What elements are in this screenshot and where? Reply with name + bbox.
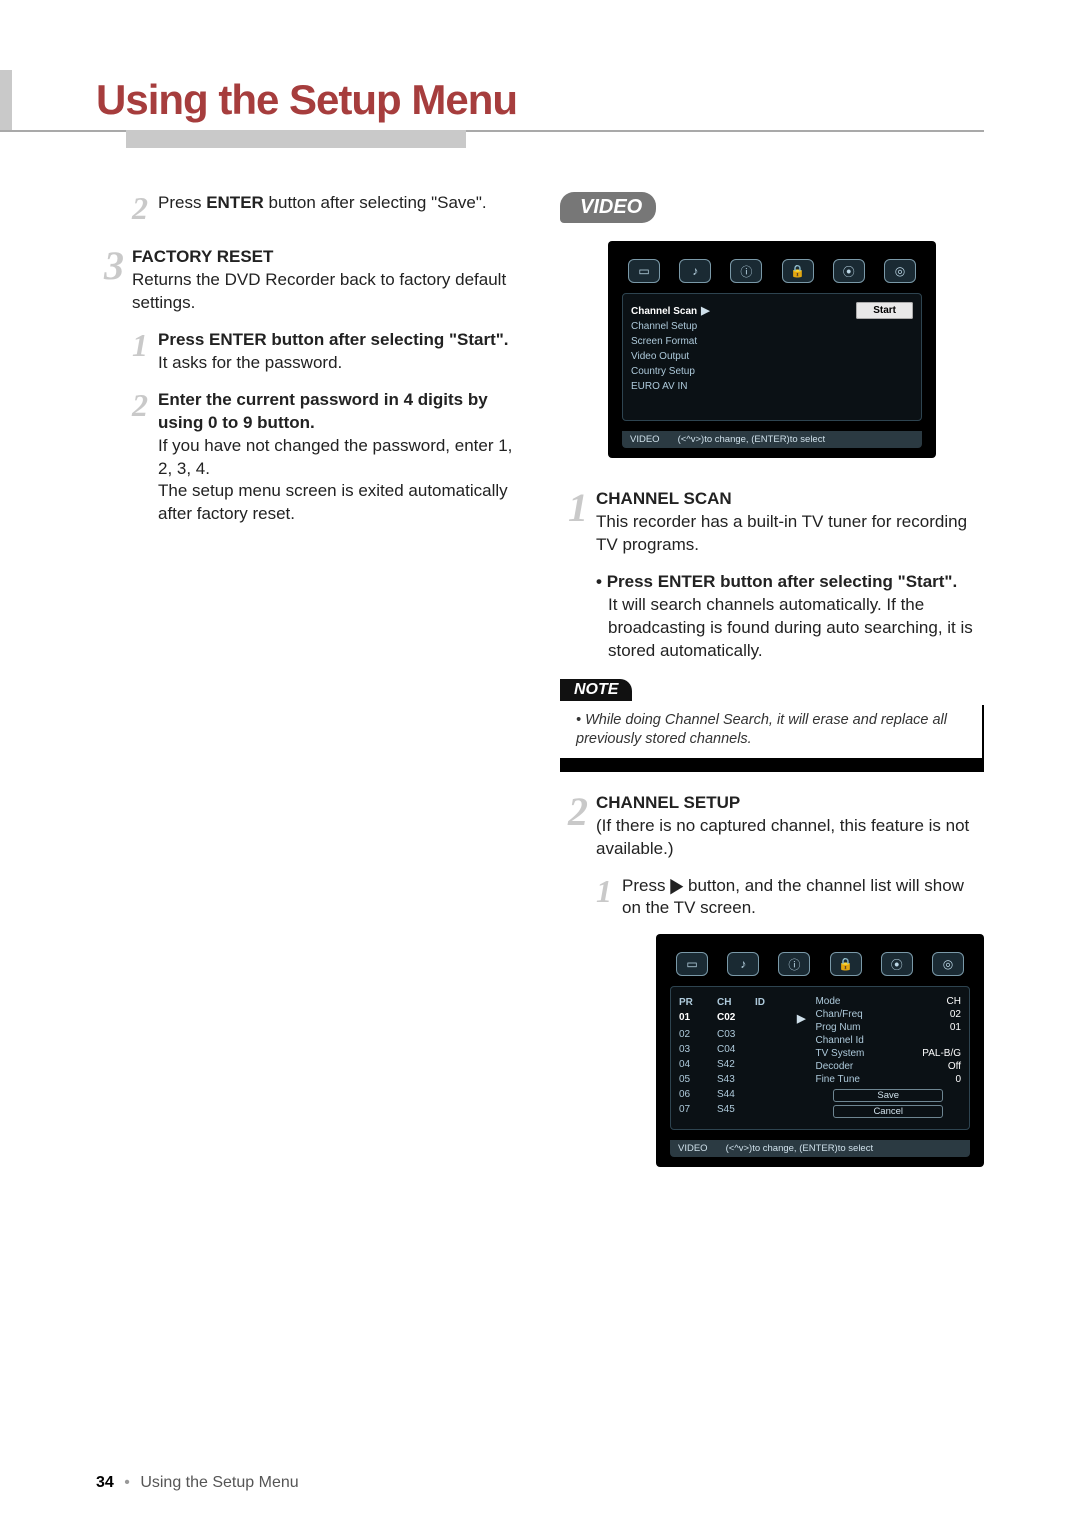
menu-item: Screen Format [631,334,846,349]
save-button: Save [833,1089,943,1102]
section-number-1: 1 [568,485,588,530]
menu-item: EURO AV IN [631,379,846,394]
lang-icon: ⓘ [730,259,762,283]
video-icon: ▭ [628,259,660,283]
channel-setup-substep-number: 1 [596,873,612,909]
property-row: Channel Id [815,1034,961,1047]
table-row: 05S43 [679,1072,805,1087]
channel-scan-bullet: • Press ENTER button after selecting "St… [596,571,984,663]
screenshot-channel-scan: ▭ ♪ ⓘ 🔒 ⦿ ◎ Channel Scan▶Channel SetupSc… [608,241,936,458]
start-button: Start [856,302,913,319]
page-title: Using the Setup Menu [96,70,984,130]
table-row: 03C04 [679,1042,805,1057]
cancel-button: Cancel [833,1105,943,1118]
channel-scan-title: CHANNEL SCAN [596,489,732,508]
right-column: VIDEO ▭ ♪ ⓘ 🔒 ⦿ ◎ Channel Scan▶Channel S… [560,192,984,1197]
table-row: 02C03 [679,1027,805,1042]
title-bar: Using the Setup Menu [0,70,984,132]
property-row: TV SystemPAL-B/G [815,1047,961,1060]
channel-setup-substep: Press ▶ button, and the channel list wil… [622,875,984,921]
step-2-text: Press ENTER button after selecting "Save… [158,192,520,215]
substep-1-title: Press ENTER button after selecting "Star… [158,330,509,349]
manual-page: Using the Setup Menu 2 Press ENTER butto… [0,0,1080,1526]
page-footer: 34 • Using the Setup Menu [96,1474,299,1492]
substep-number-2: 2 [132,387,148,423]
table-row: 04S42 [679,1057,805,1072]
lock-icon: 🔒 [830,952,862,976]
footer-label: VIDEO [630,434,660,445]
menu-item: Channel Scan▶ [631,302,846,319]
channel-scan-block: CHANNEL SCAN This recorder has a built-i… [596,488,984,557]
screenshot-channel-setup: ▭ ♪ ⓘ 🔒 ⦿ ◎ PRCHID01C02▶02C0303C0404S420… [656,934,984,1167]
icon-row: ▭ ♪ ⓘ 🔒 ⦿ ◎ [622,259,922,293]
disc-icon: ◎ [932,952,964,976]
factory-reset-body: Returns the DVD Recorder back to factory… [132,270,506,312]
property-row: Chan/Freq02 [815,1008,961,1021]
icon-row: ▭ ♪ ⓘ 🔒 ⦿ ◎ [670,952,970,986]
property-row: ModeCH [815,995,961,1008]
channel-scan-body: This recorder has a built-in TV tuner fo… [596,512,967,554]
substep-2-body-a: If you have not changed the password, en… [158,436,512,478]
page-number: 34 [96,1474,114,1491]
menu-item: Video Output [631,349,846,364]
substep-2-title: Enter the current password in 4 digits b… [158,390,488,432]
section-number-2: 2 [568,789,588,834]
substep-2-body-b: The setup menu screen is exited automati… [158,481,508,523]
substep-1-body: It asks for the password. [158,353,342,372]
table-row: 07S45 [679,1102,805,1117]
footer-label: VIDEO [678,1143,708,1154]
channel-setup-title: CHANNEL SETUP [596,793,740,812]
title-ornament [0,70,12,130]
channel-setup-body: (If there is no captured channel, this f… [596,816,969,858]
rec-icon: ⦿ [833,259,865,283]
menu-item: Channel Setup [631,319,846,334]
footer-hint: (<^v>)to change, (ENTER)to select [726,1143,874,1154]
footer-title: Using the Setup Menu [140,1474,298,1491]
left-column: 2 Press ENTER button after selecting "Sa… [96,192,520,1197]
bullet-icon: • [124,1474,130,1491]
channel-setup-block: CHANNEL SETUP (If there is no captured c… [596,792,984,861]
play-icon: ▶ [670,872,683,900]
step-3-block: FACTORY RESET Returns the DVD Recorder b… [132,246,520,315]
disc-icon: ◎ [884,259,916,283]
title-underline-block [126,130,466,148]
video-icon: ▭ [676,952,708,976]
property-row: Fine Tune0 [815,1073,961,1086]
substep-1-block: Press ENTER button after selecting "Star… [158,329,520,375]
step-number-2: 2 [132,190,148,226]
factory-reset-title: FACTORY RESET [132,247,273,266]
table-row: 06S44 [679,1087,805,1102]
audio-icon: ♪ [679,259,711,283]
note-box: • While doing Channel Search, it will er… [560,705,984,772]
substep-number-1: 1 [132,327,148,363]
channel-table: PRCHID01C02▶02C0303C0404S4205S4306S4407S… [679,995,805,1121]
table-row: 01C02▶ [679,1010,805,1027]
menu-list: Channel Scan▶Channel SetupScreen FormatV… [631,302,846,394]
audio-icon: ♪ [727,952,759,976]
property-row: DecoderOff [815,1060,961,1073]
rec-icon: ⦿ [881,952,913,976]
step-number-3: 3 [104,243,124,288]
note-label: NOTE [560,679,632,701]
lang-icon: ⓘ [778,952,810,976]
video-section-header: VIDEO [560,192,656,223]
lock-icon: 🔒 [782,259,814,283]
channel-properties: ModeCHChan/Freq02Prog Num01Channel IdTV … [815,995,961,1121]
substep-2-block: Enter the current password in 4 digits b… [158,389,520,527]
property-row: Prog Num01 [815,1021,961,1034]
menu-item: Country Setup [631,364,846,379]
footer-hint: (<^v>)to change, (ENTER)to select [678,434,826,445]
